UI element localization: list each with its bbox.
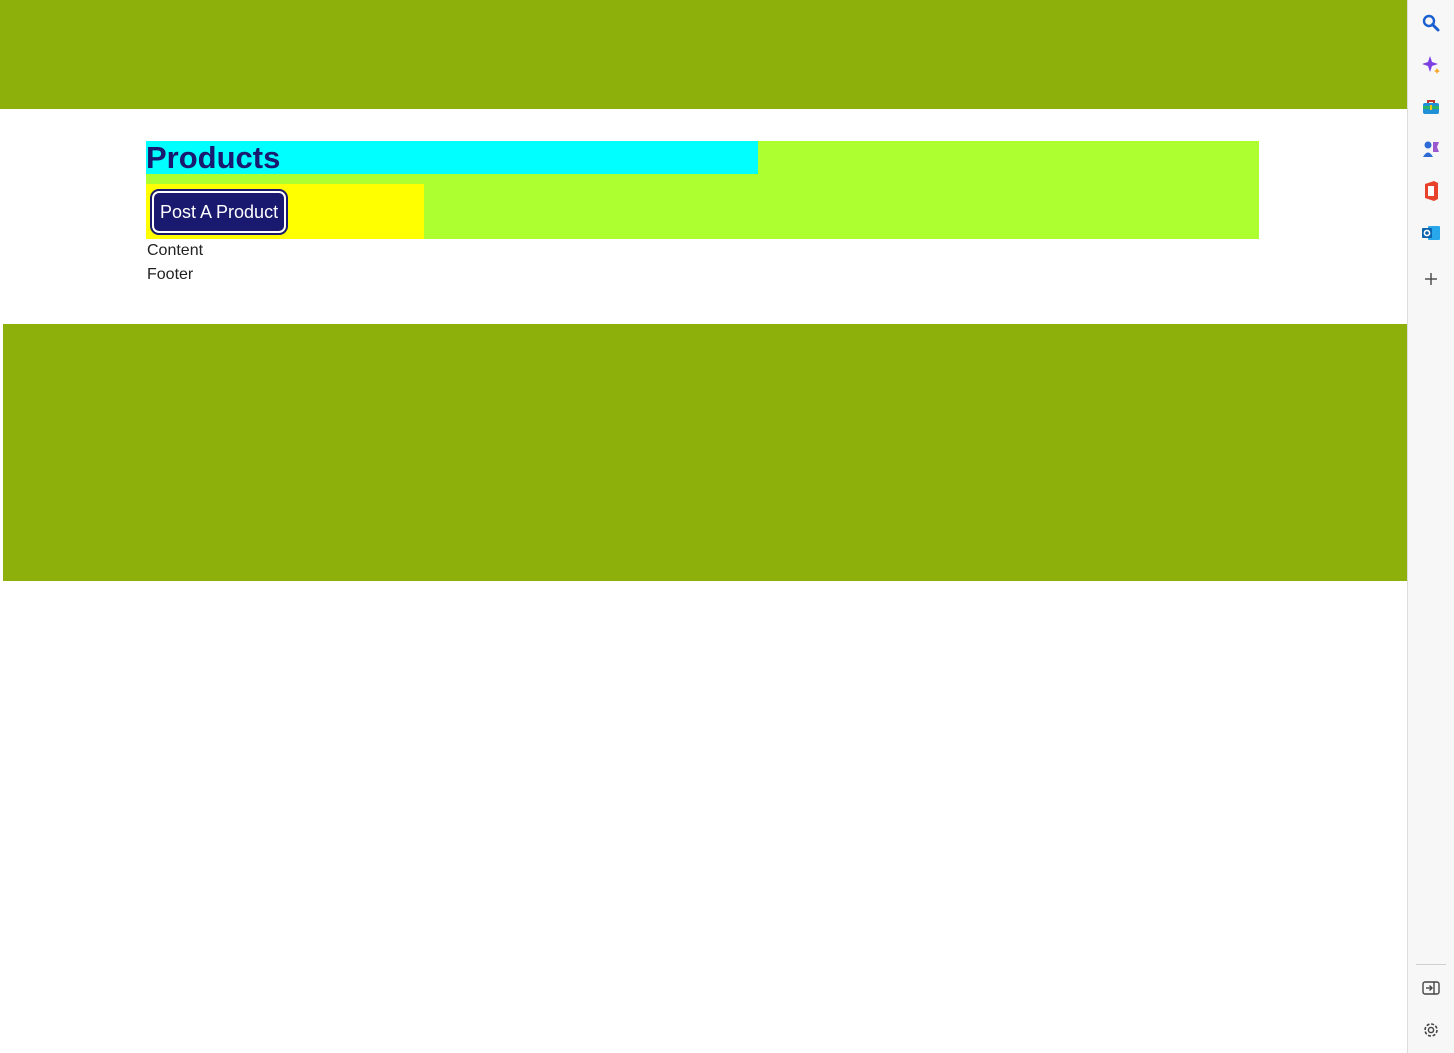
hide-sidebar-icon[interactable]: [1420, 977, 1442, 999]
shopping-icon[interactable]: [1420, 96, 1442, 118]
footer-label: Footer: [147, 266, 194, 283]
products-header: Products Post A Product: [146, 141, 1259, 239]
sidebar-divider: [1416, 964, 1446, 965]
office-icon[interactable]: [1420, 180, 1442, 202]
top-banner: [0, 0, 1407, 109]
title-container: Products: [146, 141, 758, 174]
games-icon[interactable]: [1420, 138, 1442, 160]
copilot-icon[interactable]: [1420, 54, 1442, 76]
settings-icon[interactable]: [1420, 1019, 1442, 1041]
bottom-banner: [3, 324, 1407, 581]
post-product-button[interactable]: Post A Product: [149, 189, 289, 235]
content-label: Content: [147, 242, 204, 259]
add-icon[interactable]: [1420, 268, 1442, 290]
browser-sidebar: [1407, 0, 1454, 1053]
outlook-icon[interactable]: [1420, 222, 1442, 244]
search-icon[interactable]: [1420, 12, 1442, 34]
browser-page: Products Post A Product Content Footer: [0, 0, 1407, 1053]
page-title: Products: [146, 140, 281, 175]
action-container: Post A Product: [146, 184, 424, 239]
